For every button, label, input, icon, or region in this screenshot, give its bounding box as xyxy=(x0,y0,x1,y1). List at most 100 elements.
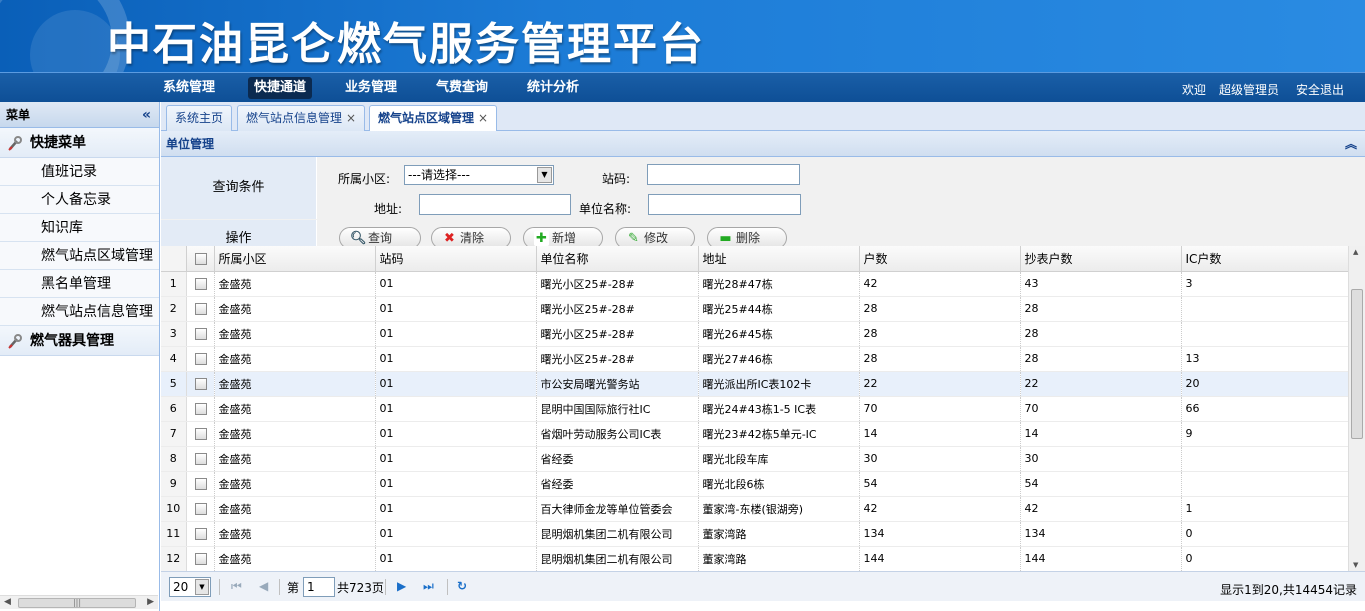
last-page-icon[interactable]: ⏭︎ xyxy=(423,579,434,594)
refresh-icon[interactable]: ↻ xyxy=(457,579,467,593)
sidebar-group-appliance[interactable]: 燃气器具管理 xyxy=(0,326,159,356)
page-size-select[interactable]: 20 ▼ xyxy=(169,577,211,597)
station-code-input[interactable] xyxy=(647,164,800,185)
col-meter-households[interactable]: 抄表户数 xyxy=(1020,246,1182,272)
sidebar-group-label: 燃气器具管理 xyxy=(30,333,114,349)
table-row[interactable]: 11 金盛苑 01 昆明烟机集团二机有限公司 董家湾路 134 134 0 xyxy=(161,521,1349,547)
col-unit-name[interactable]: 单位名称 xyxy=(536,246,699,272)
row-checkbox[interactable] xyxy=(194,478,207,490)
table-cell: 54 xyxy=(1020,471,1182,497)
table-cell: 金盛苑 xyxy=(214,421,376,447)
tab-station-area[interactable]: 燃气站点区域管理 × xyxy=(369,105,498,132)
close-icon[interactable]: × xyxy=(478,111,488,125)
table-row[interactable]: 4 金盛苑 01 曙光小区25#-28# 曙光27#46栋 28 28 13 xyxy=(161,346,1349,372)
table-cell: 金盛苑 xyxy=(214,446,376,472)
sidebar-item-station-area[interactable]: 燃气站点区域管理 xyxy=(0,242,159,270)
first-page-icon[interactable]: ⏮︎ xyxy=(231,579,242,594)
sidebar-item-knowledge[interactable]: 知识库 xyxy=(0,214,159,242)
table-row[interactable]: 8 金盛苑 01 省经委 曙光北段车库 30 30 xyxy=(161,446,1349,472)
sidebar-hscrollbar[interactable]: ◀ ||| ▶ xyxy=(0,595,158,609)
scroll-thumb[interactable] xyxy=(1351,289,1363,439)
close-icon[interactable]: × xyxy=(346,111,356,125)
nav-item-business[interactable]: 业务管理 xyxy=(339,77,403,99)
row-checkbox[interactable] xyxy=(194,528,207,540)
sidebar-item-blacklist[interactable]: 黑名单管理 xyxy=(0,270,159,298)
button-label: 查询 xyxy=(368,231,393,245)
unit-name-input[interactable] xyxy=(648,194,801,215)
row-checkbox[interactable] xyxy=(194,453,207,465)
scroll-right-icon[interactable]: ▶ xyxy=(147,597,154,607)
col-address[interactable]: 地址 xyxy=(698,246,860,272)
nav-item-system[interactable]: 系统管理 xyxy=(157,77,221,99)
table-cell: 01 xyxy=(375,371,537,397)
community-select[interactable]: ---请选择--- ▼ xyxy=(404,165,554,185)
page-number-input[interactable]: 1 xyxy=(303,577,335,597)
next-page-icon[interactable]: ▶ xyxy=(397,579,406,593)
table-row[interactable]: 5 金盛苑 01 市公安局曙光警务站 曙光派出所IC表102卡 22 22 20 xyxy=(161,371,1349,397)
table-cell: 01 xyxy=(375,396,537,422)
address-input[interactable] xyxy=(419,194,571,215)
row-checkbox[interactable] xyxy=(194,303,207,315)
row-checkbox[interactable] xyxy=(194,378,207,390)
scroll-left-icon[interactable]: ◀ xyxy=(4,597,11,607)
table-row[interactable]: 10 金盛苑 01 百大律师金龙等单位管委会 董家湾-东楼(银湖旁) 42 42 1 xyxy=(161,496,1349,522)
row-checkbox[interactable] xyxy=(194,553,207,565)
page-size-value: 20 xyxy=(173,580,189,594)
table-row[interactable]: 1 金盛苑 01 曙光小区25#-28# 曙光28#47栋 42 43 3 xyxy=(161,271,1349,297)
col-ic-households[interactable]: IC户数 xyxy=(1181,246,1349,272)
row-checkbox-cell xyxy=(186,471,215,497)
scroll-thumb[interactable]: ||| xyxy=(18,598,136,608)
row-checkbox[interactable] xyxy=(194,428,207,440)
collapse-up-icon[interactable]: ︽ xyxy=(1345,131,1357,157)
nav-item-shortcut[interactable]: 快捷通道 xyxy=(248,77,313,99)
sidebar-item-duty-log[interactable]: 值班记录 xyxy=(0,158,159,186)
nav-item-statistics[interactable]: 统计分析 xyxy=(521,77,585,99)
table-row[interactable]: 9 金盛苑 01 省经委 曙光北段6栋 54 54 xyxy=(161,471,1349,497)
sidebar-group-shortcut[interactable]: 快捷菜单 xyxy=(0,128,159,158)
scroll-up-icon[interactable]: ▲ xyxy=(1353,248,1358,256)
table-cell: 曙光25#44栋 xyxy=(698,296,860,322)
table-row[interactable]: 6 金盛苑 01 昆明中国国际旅行社IC 曙光24#43栋1-5 IC表 70 70 66 xyxy=(161,396,1349,422)
tab-home[interactable]: 系统主页 xyxy=(166,105,233,131)
table-row[interactable]: 12 金盛苑 01 昆明烟机集团二机有限公司 董家湾路 144 144 0 xyxy=(161,546,1349,571)
table-cell: 30 xyxy=(859,446,1021,472)
separator xyxy=(279,579,280,595)
table-row[interactable]: 3 金盛苑 01 曙光小区25#-28# 曙光26#45栋 28 28 xyxy=(161,321,1349,347)
table-row[interactable]: 2 金盛苑 01 曙光小区25#-28# 曙光25#44栋 28 28 xyxy=(161,296,1349,322)
row-checkbox[interactable] xyxy=(194,353,207,365)
sidebar-item-station-info[interactable]: 燃气站点信息管理 xyxy=(0,298,159,326)
table-cell: 42 xyxy=(859,271,1021,297)
table-cell: 曙光26#45栋 xyxy=(698,321,860,347)
chevron-down-icon[interactable]: ▼ xyxy=(537,167,552,183)
row-checkbox-cell xyxy=(186,296,215,322)
row-checkbox[interactable] xyxy=(194,503,207,515)
table-cell: 20 xyxy=(1181,371,1349,397)
col-community[interactable]: 所属小区 xyxy=(214,246,376,272)
row-checkbox[interactable] xyxy=(194,403,207,415)
welcome-text: 欢迎 xyxy=(1182,83,1207,97)
select-all-header xyxy=(186,246,215,272)
chevron-down-icon[interactable]: ▼ xyxy=(195,579,209,595)
table-cell: 金盛苑 xyxy=(214,346,376,372)
select-all-checkbox[interactable] xyxy=(194,252,207,265)
table-cell: 22 xyxy=(1020,371,1182,397)
grid-vscrollbar[interactable]: ▲ ▼ xyxy=(1348,246,1365,571)
app-title: 中石油昆仑燃气服务管理平台 xyxy=(107,19,705,70)
sidebar-item-memo[interactable]: 个人备忘录 xyxy=(0,186,159,214)
table-cell: 144 xyxy=(859,546,1021,571)
table-row[interactable]: 7 金盛苑 01 省烟叶劳动服务公司IC表 曙光23#42栋5单元-IC 14 14 9 xyxy=(161,421,1349,447)
nav-item-fee-query[interactable]: 气费查询 xyxy=(430,77,494,99)
row-checkbox[interactable] xyxy=(194,328,207,340)
prev-page-icon[interactable]: ◀ xyxy=(259,579,268,593)
col-station-code[interactable]: 站码 xyxy=(375,246,537,272)
table-cell: 22 xyxy=(859,371,1021,397)
scroll-down-icon[interactable]: ▼ xyxy=(1353,561,1358,569)
collapse-icon[interactable]: « xyxy=(142,102,151,128)
col-households[interactable]: 户数 xyxy=(859,246,1021,272)
table-cell: 昆明烟机集团二机有限公司 xyxy=(536,546,699,571)
table-cell: 曙光24#43栋1-5 IC表 xyxy=(698,396,860,422)
tab-station-info[interactable]: 燃气站点信息管理 × xyxy=(237,105,366,131)
logout-link[interactable]: 安全退出 xyxy=(1296,81,1344,98)
table-cell: 01 xyxy=(375,471,537,497)
row-checkbox[interactable] xyxy=(194,278,207,290)
